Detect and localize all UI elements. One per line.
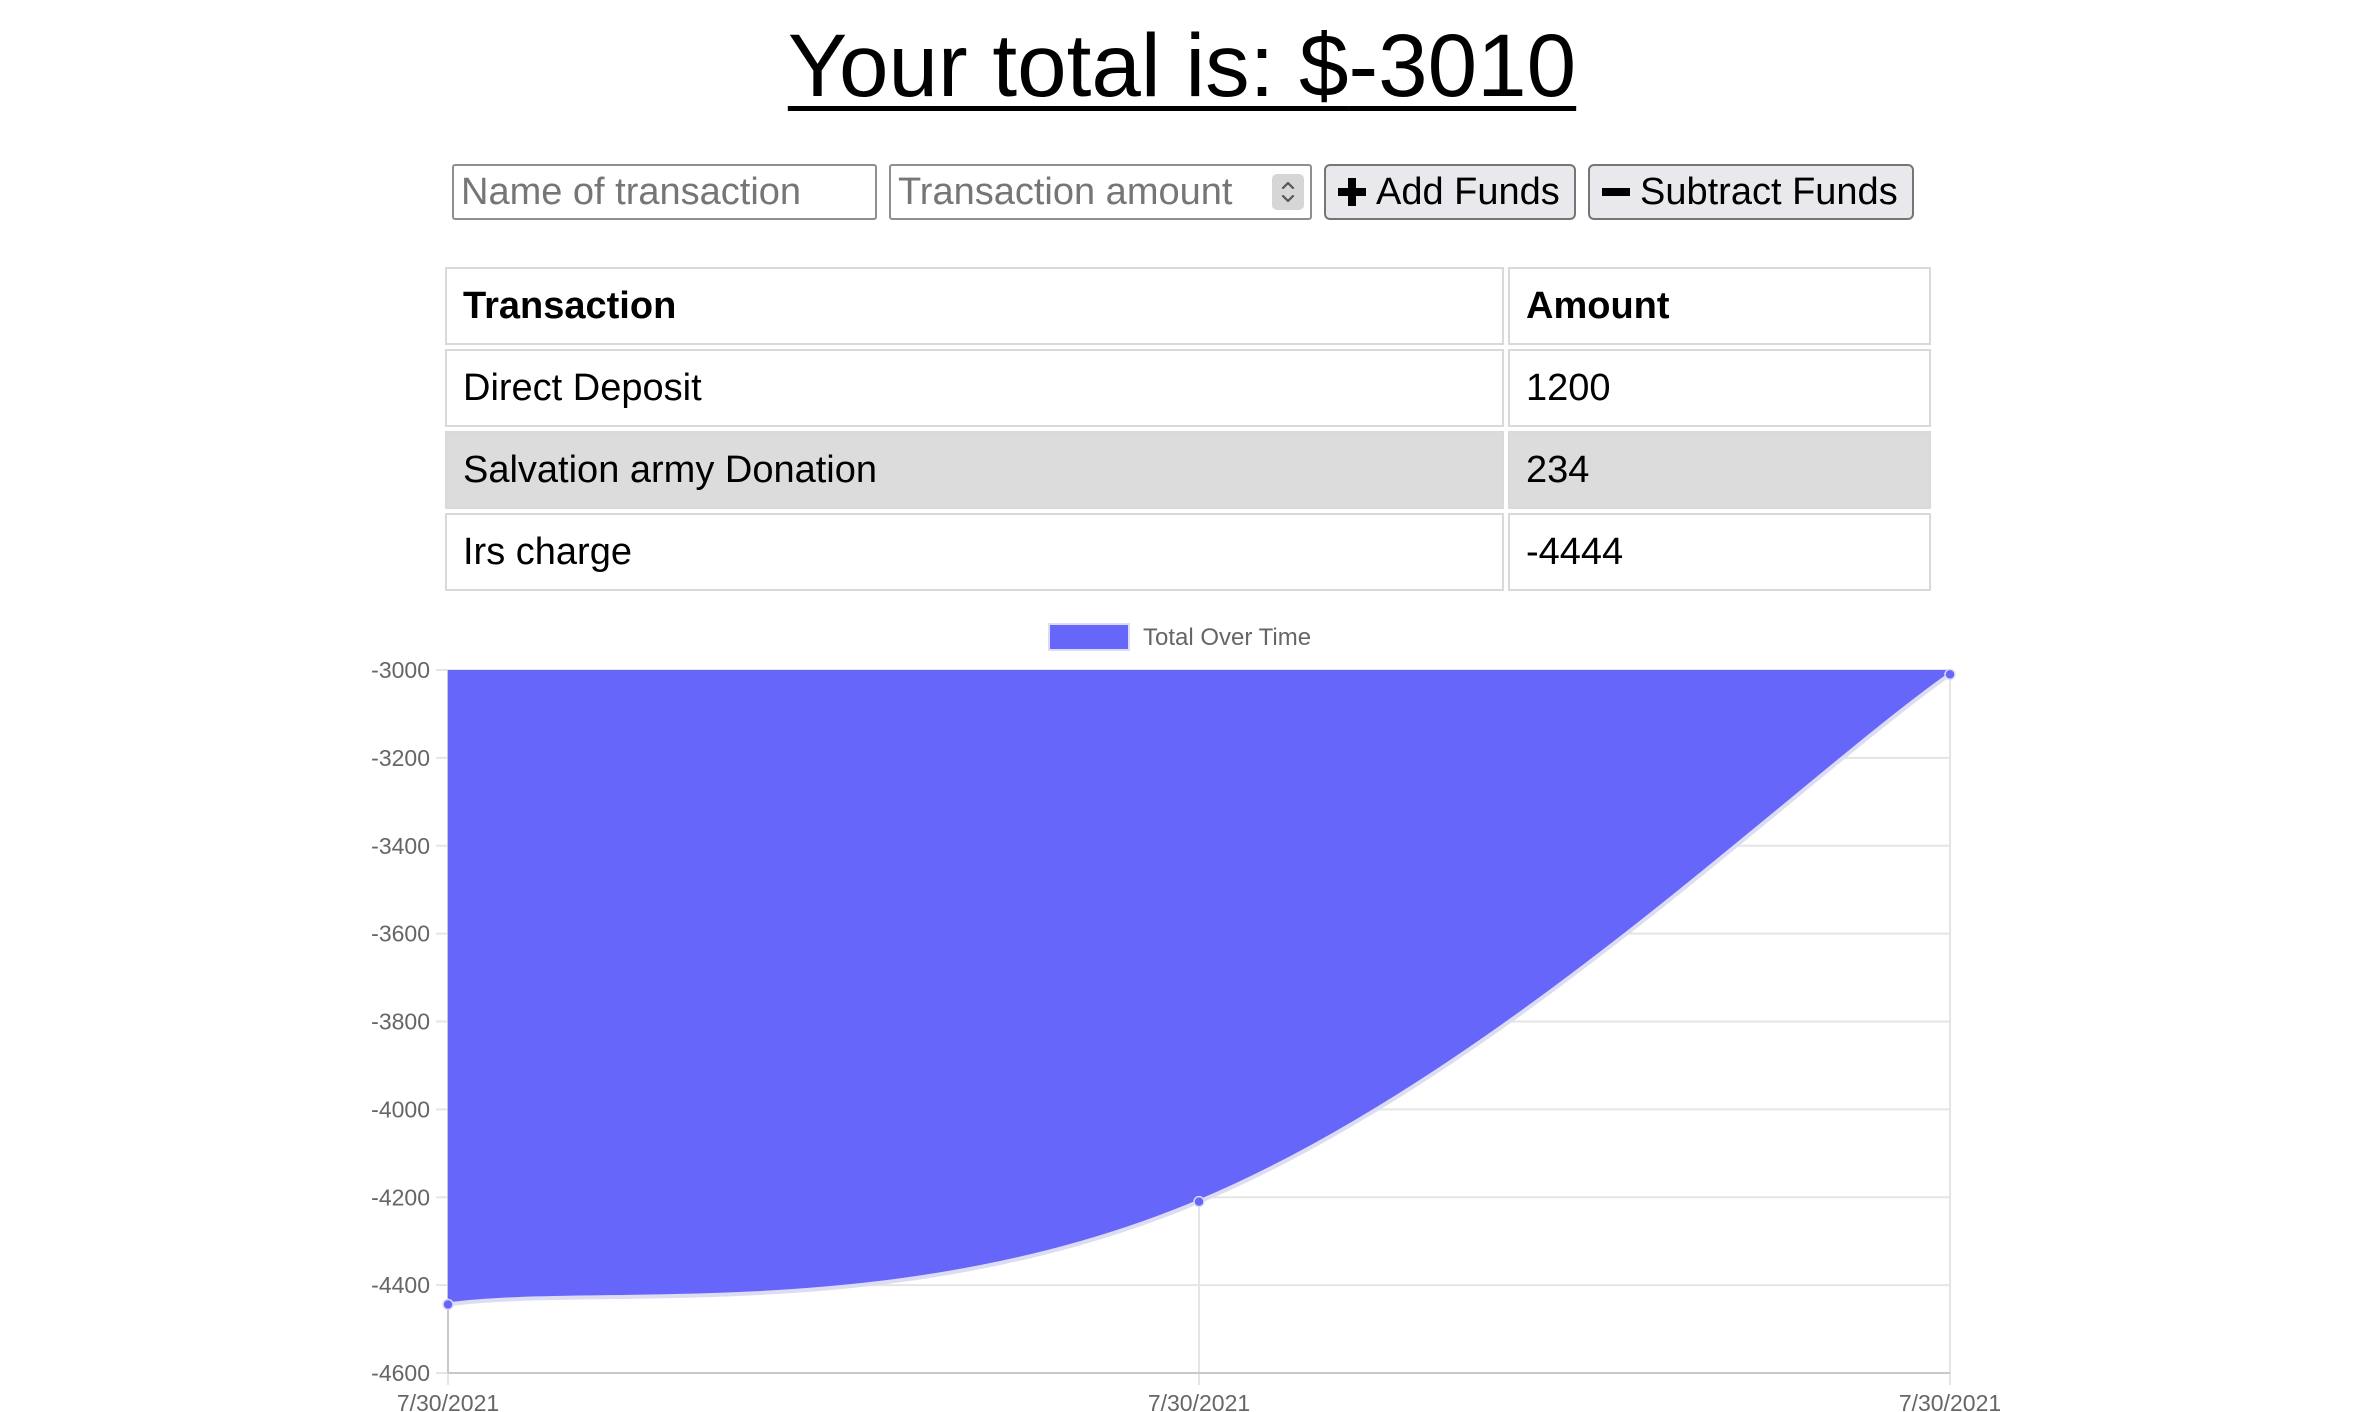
y-tick-label: -3600 (371, 921, 430, 947)
amount-field-wrapper (889, 164, 1312, 220)
page-title: Your total is: $-3010 (0, 10, 2364, 120)
y-tick-label: -4200 (371, 1184, 430, 1210)
transaction-form: Add Funds Subtract Funds (452, 164, 1914, 220)
legend-label: Total Over Time (1143, 624, 1311, 651)
y-tick-label: -3800 (371, 1009, 430, 1035)
x-tick-label: 7/30/2021 (397, 1390, 499, 1412)
data-point (1193, 1195, 1205, 1208)
y-tick-label: -3000 (371, 657, 430, 683)
total-prefix: Your total is: $ (787, 15, 1349, 115)
amount-stepper[interactable] (1272, 174, 1304, 210)
budget-page: Your total is: $-3010 Add Funds Subtra (0, 0, 2364, 1412)
table-row: Irs charge -4444 (445, 513, 1931, 591)
subtract-funds-label: Subtract Funds (1640, 170, 1898, 213)
data-point (442, 1298, 454, 1311)
stepper-arrows-icon (1281, 181, 1295, 203)
legend-swatch (1048, 623, 1130, 651)
y-tick-label: -4600 (371, 1360, 430, 1386)
transaction-name-cell: Salvation army Donation (445, 431, 1504, 509)
transaction-amount-cell: 234 (1508, 431, 1931, 509)
transaction-name-cell: Direct Deposit (445, 349, 1504, 427)
table-row: Salvation army Donation 234 (445, 431, 1931, 509)
plus-icon (1338, 178, 1366, 206)
table-header-row: Transaction Amount (445, 267, 1931, 345)
minus-icon (1602, 188, 1630, 196)
y-tick-label: -4400 (371, 1272, 430, 1298)
transactions-table: Transaction Amount Direct Deposit 1200 S… (441, 263, 1935, 595)
add-funds-button[interactable]: Add Funds (1324, 164, 1576, 220)
x-tick-label: 7/30/2021 (1148, 1390, 1250, 1412)
column-header-transaction: Transaction (445, 267, 1504, 345)
y-tick-label: -3400 (371, 833, 430, 859)
y-tick-label: -4000 (371, 1096, 430, 1122)
transaction-amount-cell: -4444 (1508, 513, 1931, 591)
transaction-name-input[interactable] (452, 164, 877, 220)
x-tick-label: 7/30/2021 (1899, 1390, 2001, 1412)
table-row: Direct Deposit 1200 (445, 349, 1931, 427)
column-header-amount: Amount (1508, 267, 1931, 345)
transaction-name-cell: Irs charge (445, 513, 1504, 591)
add-funds-label: Add Funds (1376, 170, 1560, 213)
subtract-funds-button[interactable]: Subtract Funds (1588, 164, 1914, 220)
y-tick-label: -3200 (371, 745, 430, 771)
data-point (1944, 668, 1956, 681)
total-over-time-chart: -3000 -3200 -3400 -3600 -3800 -4000 -4200 -4400… (371, 623, 2001, 1412)
transaction-amount-cell: 1200 (1508, 349, 1931, 427)
total-value: -3010 (1348, 15, 1577, 115)
transaction-amount-input[interactable] (889, 164, 1312, 220)
